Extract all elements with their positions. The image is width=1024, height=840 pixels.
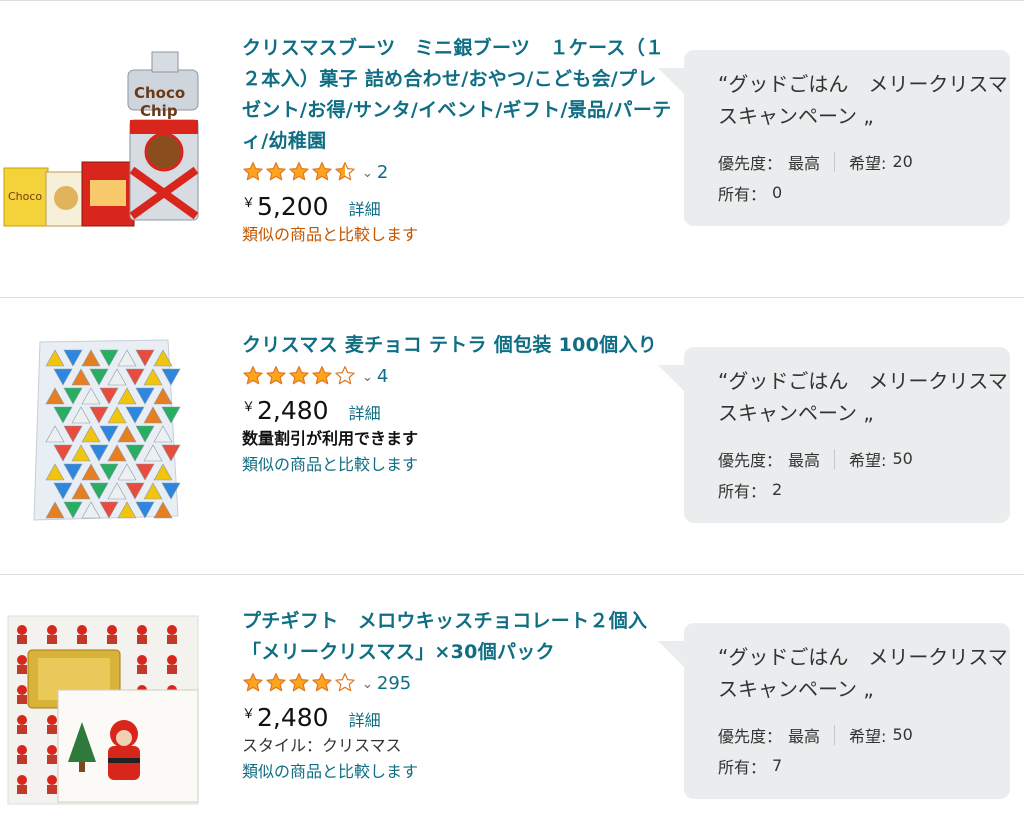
style-text: スタイル：クリスマス [242,736,402,755]
review-count-link[interactable]: 2 [377,162,388,183]
product-title-link[interactable]: クリスマスブーツ ミニ銀ブーツ １ケース（１２本入）菓子 詰め合わせ/おやつ/こ… [242,33,672,157]
desired-label: 希望: [849,153,887,173]
svg-text:Chip: Chip [140,102,178,120]
list-item: クリスマス 麦チョコ テトラ 個包装 100個入り ⌄ 4 ￥ 2,480 詳細… [0,298,1024,573]
priority-value: 最高 [788,726,821,746]
list-name-quote: “グッドごはん メリークリスマスキャンペーン „ [718,645,1008,701]
compare-link[interactable]: 類似の商品と比較します [242,452,672,478]
star-full-icon [266,673,286,692]
currency-symbol: ￥ [242,707,256,722]
list-comment-bubble: “グッドごはん メリークリスマスキャンペーン „ 優先度： 最高 希望: 50 … [658,623,1010,799]
divider [834,448,836,469]
price-row: ￥ 2,480 詳細 [242,396,672,426]
detail-link[interactable]: 詳細 [349,400,381,424]
compare-link[interactable]: 類似の商品と比較します [242,759,672,785]
rating-row[interactable]: ⌄ 4 [242,362,672,390]
quantity-discount-text: 数量割引が利用できます [242,429,419,448]
chevron-down-icon[interactable]: ⌄ [362,370,373,385]
chevron-down-icon[interactable]: ⌄ [362,677,373,692]
star-full-icon [289,366,309,385]
currency-symbol: ￥ [242,196,256,211]
list-item: プチギフト メロウキッスチョコレート２個入「メリークリスマス」×30個パック ⌄… [0,575,1024,840]
rating-row[interactable]: ⌄ 2 [242,158,672,186]
svg-text:Choco: Choco [134,84,185,102]
star-full-icon [266,366,286,385]
item-info: クリスマス 麦チョコ テトラ 個包装 100個入り ⌄ 4 ￥ 2,480 詳細… [242,330,672,478]
svg-text:Choco: Choco [8,190,42,203]
list-meta: 優先度： 最高 希望: 20 所有： 0 [718,146,1010,208]
owned-value: 2 [772,480,783,499]
star-rating [242,365,356,387]
desired-value: 20 [892,152,913,171]
rating-row[interactable]: ⌄ 295 [242,669,672,697]
owned-value: 7 [772,756,783,775]
star-empty-icon [335,673,355,692]
item-info: プチギフト メロウキッスチョコレート２個入「メリークリスマス」×30個パック ⌄… [242,606,672,785]
owned-label: 所有： [718,757,767,777]
detail-link[interactable]: 詳細 [349,196,381,220]
star-full-icon [243,162,263,181]
priority-label: 優先度： [718,726,783,746]
chevron-down-icon[interactable]: ⌄ [362,166,373,181]
priority-label: 優先度： [718,450,783,470]
desired-label: 希望: [849,726,887,746]
owned-label: 所有： [718,481,767,501]
owned-value: 0 [772,183,783,202]
tetra-chocolate-image[interactable] [0,330,210,530]
list-name-quote: “グッドごはん メリークリスマスキャンペーン „ [718,72,1008,128]
santa-gift-pack-image[interactable] [0,612,210,812]
divider [834,724,836,745]
star-full-icon [312,366,332,385]
star-full-icon [289,673,309,692]
review-count-link[interactable]: 4 [377,366,388,387]
star-full-icon [312,673,332,692]
currency-symbol: ￥ [242,400,256,415]
list-meta: 優先度： 最高 希望: 50 所有： 7 [718,719,1010,781]
price-row: ￥ 2,480 詳細 [242,703,672,733]
star-full-icon [243,366,263,385]
item-info: クリスマスブーツ ミニ銀ブーツ １ケース（１２本入）菓子 詰め合わせ/おやつ/こ… [242,33,672,248]
desired-value: 50 [892,725,913,744]
price: 2,480 [257,396,329,425]
price: 5,200 [257,192,329,221]
star-rating [242,672,356,694]
star-rating [242,161,356,183]
list-comment-bubble: “グッドごはん メリークリスマスキャンペーン „ 優先度： 最高 希望: 20 … [658,50,1010,226]
priority-value: 最高 [788,450,821,470]
review-count-link[interactable]: 295 [377,673,411,694]
owned-label: 所有： [718,184,767,204]
priority-label: 優先度： [718,153,783,173]
product-title-link[interactable]: クリスマス 麦チョコ テトラ 個包装 100個入り [242,330,672,361]
star-full-icon [312,162,332,181]
desired-value: 50 [892,449,913,468]
price-row: ￥ 5,200 詳細 [242,192,672,222]
price: 2,480 [257,703,329,732]
product-title-link[interactable]: プチギフト メロウキッスチョコレート２個入「メリークリスマス」×30個パック [242,606,672,668]
star-full-icon [243,673,263,692]
star-full-icon [266,162,286,181]
list-name-quote: “グッドごはん メリークリスマスキャンペーン „ [718,369,1008,425]
list-meta: 優先度： 最高 希望: 50 所有： 2 [718,443,1010,505]
list-comment-bubble: “グッドごはん メリークリスマスキャンペーン „ 優先度： 最高 希望: 50 … [658,347,1010,523]
star-half-icon [335,162,355,181]
priority-value: 最高 [788,153,821,173]
desired-label: 希望: [849,450,887,470]
compare-link[interactable]: 類似の商品と比較します [242,222,672,248]
star-empty-icon [335,366,355,385]
star-full-icon [289,162,309,181]
detail-link[interactable]: 詳細 [349,707,381,731]
list-item: Choco Choco Chip クリスマスブーツ ミニ銀ブーツ １ケース（１２… [0,0,1024,297]
divider [834,151,836,172]
christmas-boot-snack-image[interactable]: Choco Choco Chip [0,40,210,240]
